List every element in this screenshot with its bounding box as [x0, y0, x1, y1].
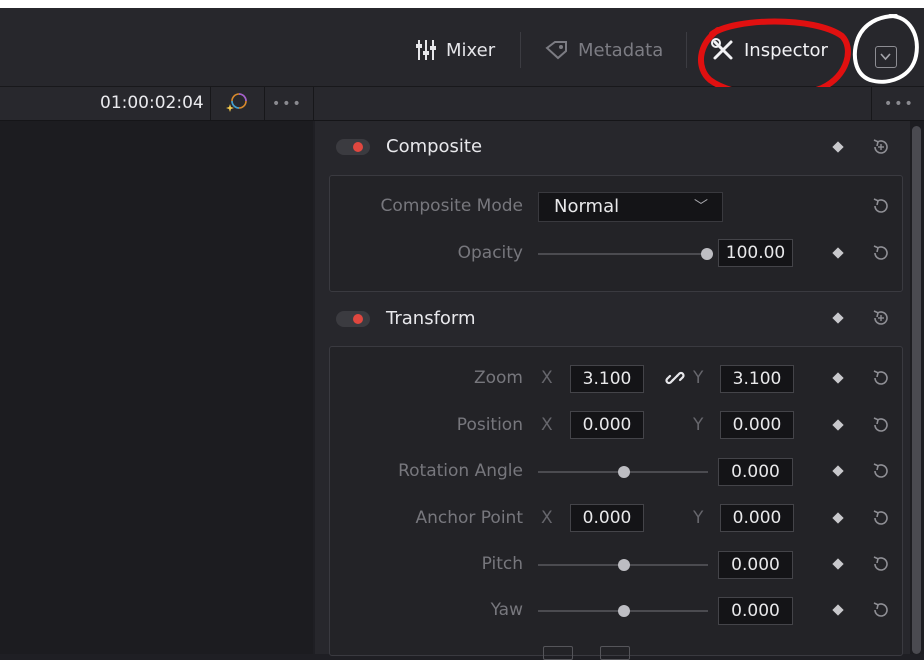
composite-mode-select[interactable]: Normal ﹀: [538, 192, 723, 222]
pitch-label: Pitch: [481, 554, 523, 574]
subbar-divider: [871, 87, 872, 120]
yaw-slider-knob[interactable]: [618, 605, 630, 617]
effects-sparkle-icon[interactable]: [224, 90, 250, 116]
chevron-down-icon: [880, 53, 891, 61]
top-strip: [0, 0, 924, 8]
yaw-label: Yaw: [490, 600, 523, 620]
composite-section-title[interactable]: Composite: [386, 136, 482, 157]
anchor-x-label: X: [541, 508, 553, 528]
pitch-field[interactable]: 0.000: [718, 551, 793, 579]
anchor-y-label: Y: [693, 508, 704, 528]
transform-section-title[interactable]: Transform: [386, 308, 476, 329]
add-reset-icon[interactable]: [871, 308, 891, 328]
opacity-slider-knob[interactable]: [701, 248, 713, 260]
tab-metadata[interactable]: Metadata: [544, 30, 663, 70]
composite-mode-value: Normal: [554, 196, 620, 217]
opacity-field[interactable]: 100.00: [718, 239, 793, 267]
position-label: Position: [456, 415, 523, 435]
mixer-icon: [416, 40, 436, 60]
timecode-display: 01:00:02:04: [100, 93, 204, 113]
inspector-icon: [711, 38, 733, 60]
position-y-label: Y: [693, 415, 704, 435]
viewer-options-button[interactable]: •••: [272, 96, 303, 112]
zoom-label: Zoom: [473, 368, 523, 388]
position-x-field[interactable]: 0.000: [570, 411, 644, 439]
rotation-angle-label: Rotation Angle: [398, 461, 523, 481]
position-x-label: X: [541, 415, 553, 435]
link-icon[interactable]: [665, 368, 685, 388]
anchor-point-label: Anchor Point: [415, 508, 523, 528]
add-reset-icon[interactable]: [871, 137, 891, 157]
pitch-slider-knob[interactable]: [618, 559, 630, 571]
reset-icon[interactable]: [871, 461, 891, 481]
subbar-divider: [313, 87, 314, 120]
subbar-divider: [210, 87, 211, 120]
reset-icon[interactable]: [871, 368, 891, 388]
tab-inspector[interactable]: Inspector: [710, 30, 828, 70]
metadata-icon: [545, 41, 567, 60]
rotation-slider-knob[interactable]: [618, 466, 630, 478]
zoom-x-label: X: [541, 368, 553, 388]
flip-horizontal-button[interactable]: [543, 646, 573, 660]
tab-divider: [520, 32, 521, 68]
zoom-y-field[interactable]: 3.100: [720, 365, 794, 393]
composite-enable-toggle[interactable]: [336, 139, 370, 155]
tab-divider: [686, 32, 687, 68]
reset-icon[interactable]: [871, 554, 891, 574]
yaw-field[interactable]: 0.000: [718, 597, 793, 625]
reset-icon[interactable]: [871, 600, 891, 620]
opacity-label: Opacity: [457, 243, 523, 263]
transform-enable-toggle[interactable]: [336, 311, 370, 327]
collapse-panel-button[interactable]: [875, 46, 897, 68]
inspector-scrollbar[interactable]: [912, 126, 921, 654]
subbar-divider: [264, 87, 265, 120]
tab-metadata-label: Metadata: [578, 39, 664, 61]
anchor-x-field[interactable]: 0.000: [570, 504, 644, 532]
tab-mixer[interactable]: Mixer: [414, 30, 495, 70]
reset-icon[interactable]: [871, 508, 891, 528]
chevron-down-icon: ﹀: [694, 199, 708, 215]
anchor-y-field[interactable]: 0.000: [720, 504, 794, 532]
zoom-y-label: Y: [693, 368, 704, 388]
zoom-x-field[interactable]: 3.100: [570, 365, 644, 393]
inspector-options-button[interactable]: •••: [884, 96, 915, 112]
opacity-slider[interactable]: [538, 253, 708, 255]
flip-vertical-button[interactable]: [600, 646, 630, 660]
reset-icon[interactable]: [871, 415, 891, 435]
viewer-pane: [0, 121, 313, 654]
reset-icon[interactable]: [871, 243, 891, 263]
reset-icon[interactable]: [871, 196, 891, 216]
rotation-angle-field[interactable]: 0.000: [718, 458, 793, 486]
tab-inspector-label: Inspector: [744, 39, 828, 61]
composite-mode-label: Composite Mode: [380, 196, 523, 216]
tab-mixer-label: Mixer: [446, 39, 496, 61]
position-y-field[interactable]: 0.000: [720, 411, 794, 439]
